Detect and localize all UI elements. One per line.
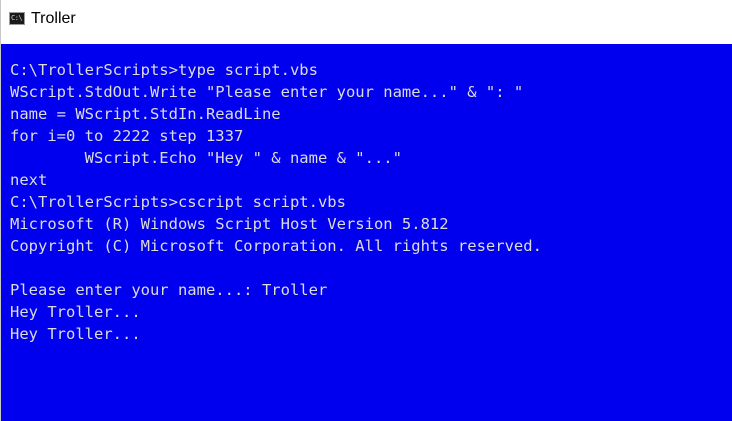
console-line-script: name = WScript.StdIn.ReadLine bbox=[10, 105, 281, 123]
console-line-prompt: Please enter your name...: Troller bbox=[10, 281, 328, 299]
console-output-area[interactable]: C:\TrollerScripts>type script.vbs WScrip… bbox=[0, 44, 732, 421]
console-line-output: Hey Troller... bbox=[10, 303, 141, 321]
console-line-output: Hey Troller... bbox=[10, 325, 141, 343]
console-icon[interactable]: C:\ bbox=[9, 12, 25, 25]
console-line-command-cscript: C:\TrollerScripts>cscript script.vbs bbox=[10, 193, 346, 211]
console-line-output: Copyright (C) Microsoft Corporation. All… bbox=[10, 237, 542, 255]
console-window: C:\ Troller C:\TrollerScripts>type scrip… bbox=[0, 0, 732, 421]
console-lines: C:\TrollerScripts>type script.vbs WScrip… bbox=[10, 59, 542, 345]
console-line-output: Microsoft (R) Windows Script Host Versio… bbox=[10, 215, 449, 233]
console-line-script: next bbox=[10, 171, 48, 189]
console-line-script: for i=0 to 2222 step 1337 bbox=[10, 127, 244, 145]
console-line-script: WScript.StdOut.Write "Please enter your … bbox=[10, 83, 524, 101]
console-line-script: WScript.Echo "Hey " & name & "..." bbox=[10, 149, 402, 167]
console-line-command-type: C:\TrollerScripts>type script.vbs bbox=[10, 61, 318, 79]
console-icon-glyph: C:\ bbox=[11, 14, 23, 22]
window-title: Troller bbox=[31, 10, 76, 27]
title-bar[interactable]: C:\ Troller bbox=[0, 0, 732, 44]
console-line-blank bbox=[10, 257, 542, 279]
